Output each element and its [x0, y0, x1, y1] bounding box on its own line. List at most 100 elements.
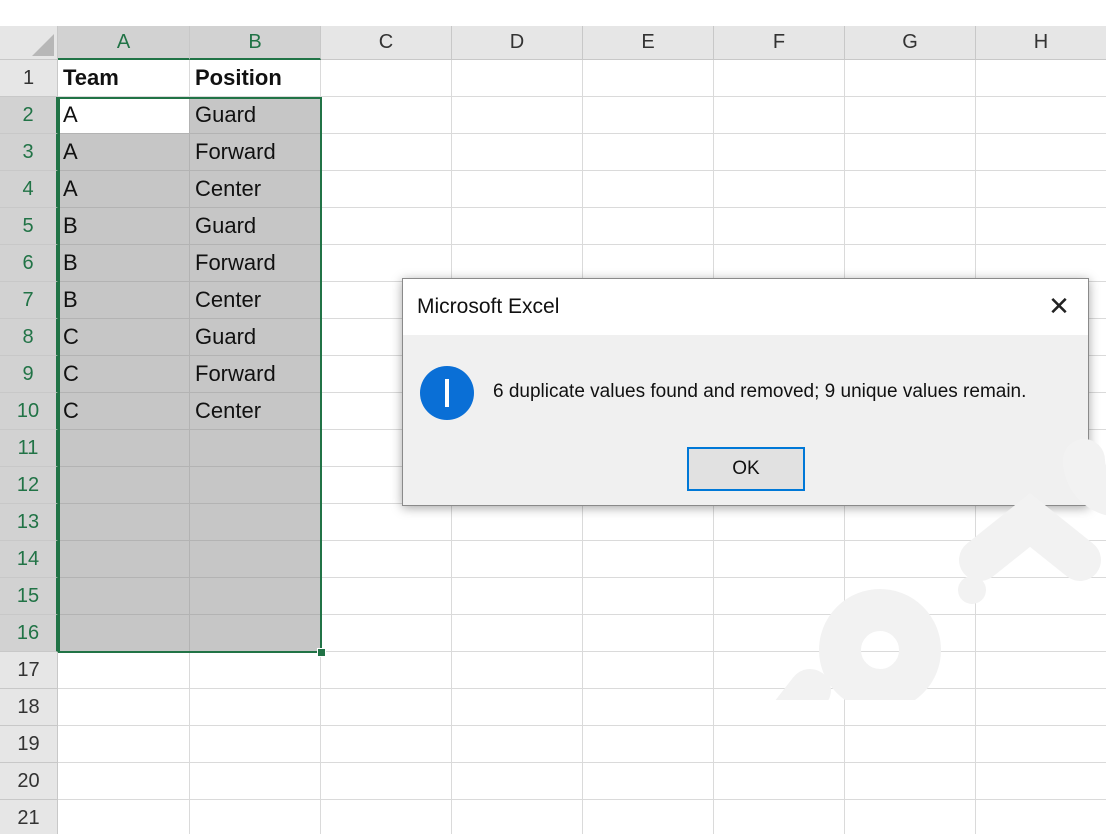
cell-c17[interactable]	[321, 652, 452, 689]
row-header-19[interactable]: 19	[0, 726, 58, 763]
cell-a7[interactable]: B	[58, 282, 190, 319]
cell-b11[interactable]	[190, 430, 321, 467]
cell-a2[interactable]: A	[58, 97, 190, 134]
row-header-4[interactable]: 4	[0, 171, 58, 208]
cell-c3[interactable]	[321, 134, 452, 171]
cell-h16[interactable]	[976, 615, 1106, 652]
cell-a13[interactable]	[58, 504, 190, 541]
cell-b16[interactable]	[190, 615, 321, 652]
cell-e20[interactable]	[583, 763, 714, 800]
cell-g5[interactable]	[845, 208, 976, 245]
cell-f2[interactable]	[714, 97, 845, 134]
cell-d15[interactable]	[452, 578, 583, 615]
cell-b14[interactable]	[190, 541, 321, 578]
cell-d20[interactable]	[452, 763, 583, 800]
cell-c14[interactable]	[321, 541, 452, 578]
cell-a6[interactable]: B	[58, 245, 190, 282]
cell-b3[interactable]: Forward	[190, 134, 321, 171]
row-header-18[interactable]: 18	[0, 689, 58, 726]
cell-d21[interactable]	[452, 800, 583, 834]
cell-f19[interactable]	[714, 726, 845, 763]
cell-a4[interactable]: A	[58, 171, 190, 208]
cell-g16[interactable]	[845, 615, 976, 652]
cell-b9[interactable]: Forward	[190, 356, 321, 393]
cell-e13[interactable]	[583, 504, 714, 541]
cell-e2[interactable]	[583, 97, 714, 134]
cell-d19[interactable]	[452, 726, 583, 763]
cell-f13[interactable]	[714, 504, 845, 541]
row-header-15[interactable]: 15	[0, 578, 58, 615]
cell-f15[interactable]	[714, 578, 845, 615]
cell-e3[interactable]	[583, 134, 714, 171]
cell-e14[interactable]	[583, 541, 714, 578]
row-header-16[interactable]: 16	[0, 615, 58, 652]
cell-c1[interactable]	[321, 60, 452, 97]
cell-a14[interactable]	[58, 541, 190, 578]
cell-g6[interactable]	[845, 245, 976, 282]
cell-f5[interactable]	[714, 208, 845, 245]
cell-h21[interactable]	[976, 800, 1106, 834]
cell-e6[interactable]	[583, 245, 714, 282]
cell-a21[interactable]	[58, 800, 190, 834]
cell-h13[interactable]	[976, 504, 1106, 541]
column-header-b[interactable]: B	[190, 26, 321, 60]
cell-f14[interactable]	[714, 541, 845, 578]
column-header-h[interactable]: H	[976, 26, 1106, 60]
cell-c16[interactable]	[321, 615, 452, 652]
cell-g17[interactable]	[845, 652, 976, 689]
row-header-21[interactable]: 21	[0, 800, 58, 834]
cell-g20[interactable]	[845, 763, 976, 800]
cell-g2[interactable]	[845, 97, 976, 134]
cell-b5[interactable]: Guard	[190, 208, 321, 245]
cell-h1[interactable]	[976, 60, 1106, 97]
cell-f3[interactable]	[714, 134, 845, 171]
cell-h17[interactable]	[976, 652, 1106, 689]
cell-c18[interactable]	[321, 689, 452, 726]
cell-e5[interactable]	[583, 208, 714, 245]
row-header-5[interactable]: 5	[0, 208, 58, 245]
cell-d16[interactable]	[452, 615, 583, 652]
cell-b18[interactable]	[190, 689, 321, 726]
cell-b20[interactable]	[190, 763, 321, 800]
cell-a16[interactable]	[58, 615, 190, 652]
row-header-10[interactable]: 10	[0, 393, 58, 430]
cell-a5[interactable]: B	[58, 208, 190, 245]
cell-g15[interactable]	[845, 578, 976, 615]
cell-f20[interactable]	[714, 763, 845, 800]
cell-a11[interactable]	[58, 430, 190, 467]
cell-c6[interactable]	[321, 245, 452, 282]
row-header-2[interactable]: 2	[0, 97, 58, 134]
cell-a12[interactable]	[58, 467, 190, 504]
row-header-7[interactable]: 7	[0, 282, 58, 319]
cell-h14[interactable]	[976, 541, 1106, 578]
cell-h20[interactable]	[976, 763, 1106, 800]
cell-a8[interactable]: C	[58, 319, 190, 356]
cell-f6[interactable]	[714, 245, 845, 282]
cell-h4[interactable]	[976, 171, 1106, 208]
cell-e16[interactable]	[583, 615, 714, 652]
cell-f17[interactable]	[714, 652, 845, 689]
column-header-c[interactable]: C	[321, 26, 452, 60]
cell-g1[interactable]	[845, 60, 976, 97]
row-header-6[interactable]: 6	[0, 245, 58, 282]
row-header-1[interactable]: 1	[0, 60, 58, 97]
cell-c4[interactable]	[321, 171, 452, 208]
cell-c13[interactable]	[321, 504, 452, 541]
cell-e19[interactable]	[583, 726, 714, 763]
cell-g3[interactable]	[845, 134, 976, 171]
row-header-11[interactable]: 11	[0, 430, 58, 467]
fill-handle[interactable]	[317, 648, 326, 657]
cell-h6[interactable]	[976, 245, 1106, 282]
cell-c15[interactable]	[321, 578, 452, 615]
column-header-d[interactable]: D	[452, 26, 583, 60]
cell-c2[interactable]	[321, 97, 452, 134]
cell-d1[interactable]	[452, 60, 583, 97]
cell-d3[interactable]	[452, 134, 583, 171]
select-all-corner[interactable]	[0, 26, 58, 60]
row-header-8[interactable]: 8	[0, 319, 58, 356]
cell-g4[interactable]	[845, 171, 976, 208]
cell-e15[interactable]	[583, 578, 714, 615]
cell-h2[interactable]	[976, 97, 1106, 134]
cell-d2[interactable]	[452, 97, 583, 134]
cell-c20[interactable]	[321, 763, 452, 800]
